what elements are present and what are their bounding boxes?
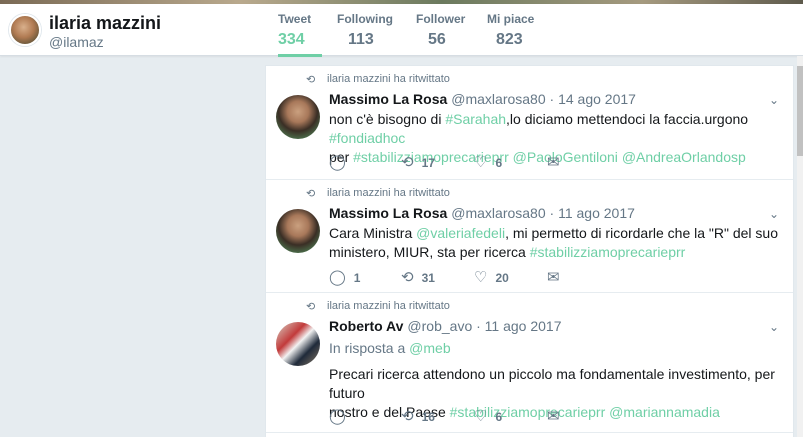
chevron-down-icon[interactable]: ⌄ bbox=[769, 207, 779, 221]
author-name[interactable]: Massimo La Rosa bbox=[329, 205, 447, 221]
retweet-context-label: ilaria mazzini ha ritwittato bbox=[327, 300, 450, 312]
tweet-header: Massimo La Rosa @maxlarosa80 · 11 ago 201… bbox=[329, 205, 635, 221]
chevron-down-icon[interactable]: ⌄ bbox=[769, 320, 779, 334]
reply-icon: ◯ bbox=[329, 154, 346, 171]
retweet-context: ⟲ ilaria mazzini ha ritwittato bbox=[306, 300, 450, 313]
stat-tweets-value: 334 bbox=[278, 31, 305, 48]
reply-context: In risposta a @meb bbox=[329, 340, 451, 356]
text-segment: Cara Ministra bbox=[329, 225, 417, 241]
stat-following[interactable]: Following 113 bbox=[337, 12, 393, 49]
retweet-icon: ⟲ bbox=[401, 269, 414, 286]
avatar[interactable] bbox=[276, 209, 320, 253]
text-segment: , mi permetto di ricordarle che la "R" d… bbox=[505, 225, 779, 241]
retweet-icon: ⟲ bbox=[306, 74, 316, 86]
retweet-context-label: ilaria mazzini ha ritwittato bbox=[327, 73, 450, 85]
reply-icon: ◯ bbox=[329, 408, 346, 425]
profile-nav-bar: ilaria mazzini @ilamaz Tweet 334 Followi… bbox=[0, 4, 803, 57]
like-button[interactable]: ♡ 6 bbox=[474, 408, 502, 426]
stat-likes[interactable]: Mi piace 823 bbox=[487, 12, 534, 49]
dm-button[interactable]: ✉ bbox=[547, 154, 560, 172]
reply-count: 1 bbox=[353, 271, 361, 285]
scrollbar[interactable] bbox=[797, 56, 803, 437]
retweet-button[interactable]: ⟲ 16 bbox=[401, 408, 435, 426]
stat-followers[interactable]: Follower 56 bbox=[416, 12, 465, 49]
text-segment: Precari ricerca attendono un piccolo ma … bbox=[329, 366, 775, 401]
tweet-text: Cara Ministra @valeriafedeli, mi permett… bbox=[329, 224, 784, 262]
stat-following-value: 113 bbox=[348, 31, 374, 48]
stat-tweets[interactable]: Tweet 334 bbox=[278, 12, 323, 57]
retweet-button[interactable]: ⟲ 17 bbox=[401, 154, 435, 172]
envelope-icon: ✉ bbox=[547, 154, 560, 171]
dm-button[interactable]: ✉ bbox=[547, 408, 560, 426]
hashtag-link[interactable]: #fondiadhoc bbox=[329, 130, 405, 146]
like-button[interactable]: ♡ 6 bbox=[474, 154, 502, 172]
like-count: 6 bbox=[495, 156, 503, 170]
retweet-context-label: ilaria mazzini ha ritwittato bbox=[327, 187, 450, 199]
reply-prefix: In risposta a bbox=[329, 340, 410, 356]
like-count: 6 bbox=[495, 410, 503, 424]
text-segment: ministero, MIUR, sta per ricerca bbox=[329, 244, 530, 260]
envelope-icon: ✉ bbox=[547, 408, 560, 425]
retweet-icon: ⟲ bbox=[306, 301, 316, 313]
stat-tweets-label: Tweet bbox=[278, 12, 312, 26]
envelope-icon: ✉ bbox=[547, 269, 560, 286]
retweet-button[interactable]: ⟲ 31 bbox=[401, 269, 435, 287]
tweet-actions: ◯ ⟲ 17 ♡ 6 ✉ bbox=[329, 154, 629, 172]
reply-button[interactable]: ◯ bbox=[329, 154, 354, 172]
author-name[interactable]: Roberto Av bbox=[329, 318, 403, 334]
author-name[interactable]: Massimo La Rosa bbox=[329, 91, 447, 107]
retweet-icon: ⟲ bbox=[401, 154, 414, 171]
author-meta[interactable]: @rob_avo · 11 ago 2017 bbox=[407, 318, 561, 334]
chevron-down-icon[interactable]: ⌄ bbox=[769, 93, 779, 107]
stat-following-label: Following bbox=[337, 12, 393, 26]
retweet-icon: ⟲ bbox=[306, 188, 316, 200]
heart-icon: ♡ bbox=[474, 408, 488, 425]
avatar[interactable] bbox=[276, 322, 320, 366]
avatar[interactable] bbox=[9, 14, 41, 46]
reply-button[interactable]: ◯ 1 bbox=[329, 269, 360, 287]
profile-name[interactable]: ilaria mazzini bbox=[49, 13, 161, 34]
like-button[interactable]: ♡ 20 bbox=[474, 269, 509, 287]
text-segment: ,lo diciamo mettendoci la faccia.urgono bbox=[506, 111, 749, 127]
reply-button[interactable]: ◯ bbox=[329, 408, 354, 426]
retweet-context: ⟲ ilaria mazzini ha ritwittato bbox=[306, 187, 450, 200]
tweet-item[interactable]: ⟲ ilaria mazzini ha ritwittato Massimo La… bbox=[266, 66, 793, 180]
stat-followers-value: 56 bbox=[428, 31, 446, 48]
stat-followers-label: Follower bbox=[416, 12, 466, 26]
tweet-header: Roberto Av @rob_avo · 11 ago 2017 bbox=[329, 318, 561, 334]
profile-handle[interactable]: @ilamaz bbox=[49, 34, 104, 50]
tweet-item[interactable]: ⟲ ilaria mazzini ha ritwittato Roberto Av… bbox=[266, 293, 793, 433]
text-segment: non c'è bisogno di bbox=[329, 111, 446, 127]
tweet-header: Massimo La Rosa @maxlarosa80 · 14 ago 201… bbox=[329, 91, 636, 107]
mention-link[interactable]: @AndreaOrlandosp bbox=[622, 149, 746, 165]
retweet-count: 16 bbox=[421, 410, 435, 424]
retweet-context: ⟲ ilaria mazzini ha ritwittato bbox=[306, 73, 450, 86]
mention-link[interactable]: @meb bbox=[409, 340, 450, 356]
tweet-actions: ◯ ⟲ 16 ♡ 6 ✉ bbox=[329, 408, 629, 426]
stat-likes-value: 823 bbox=[496, 31, 523, 48]
author-meta[interactable]: @maxlarosa80 · 11 ago 2017 bbox=[451, 205, 635, 221]
hashtag-link[interactable]: #stabilizziamoprecarieprr bbox=[530, 244, 686, 260]
tweet-actions: ◯ 1 ⟲ 31 ♡ 20 ✉ bbox=[329, 269, 629, 287]
tweet-item[interactable]: ⟲ ilaria mazzini ha ritwittato Massimo La… bbox=[266, 180, 793, 293]
dm-button[interactable]: ✉ bbox=[547, 269, 560, 287]
timeline: ⟲ ilaria mazzini ha ritwittato Massimo La… bbox=[265, 65, 794, 437]
mention-link[interactable]: @valeriafedeli bbox=[416, 225, 505, 241]
scrollbar-thumb[interactable] bbox=[797, 66, 803, 156]
retweet-count: 31 bbox=[421, 271, 435, 285]
author-meta[interactable]: @maxlarosa80 · 14 ago 2017 bbox=[451, 91, 636, 107]
reply-icon: ◯ bbox=[329, 269, 346, 286]
like-count: 20 bbox=[495, 271, 509, 285]
stat-likes-label: Mi piace bbox=[487, 12, 535, 26]
retweet-icon: ⟲ bbox=[401, 408, 414, 425]
heart-icon: ♡ bbox=[474, 154, 488, 171]
avatar[interactable] bbox=[276, 95, 320, 139]
hashtag-link[interactable]: #Sarahah bbox=[445, 111, 506, 127]
heart-icon: ♡ bbox=[474, 269, 488, 286]
retweet-count: 17 bbox=[421, 156, 435, 170]
